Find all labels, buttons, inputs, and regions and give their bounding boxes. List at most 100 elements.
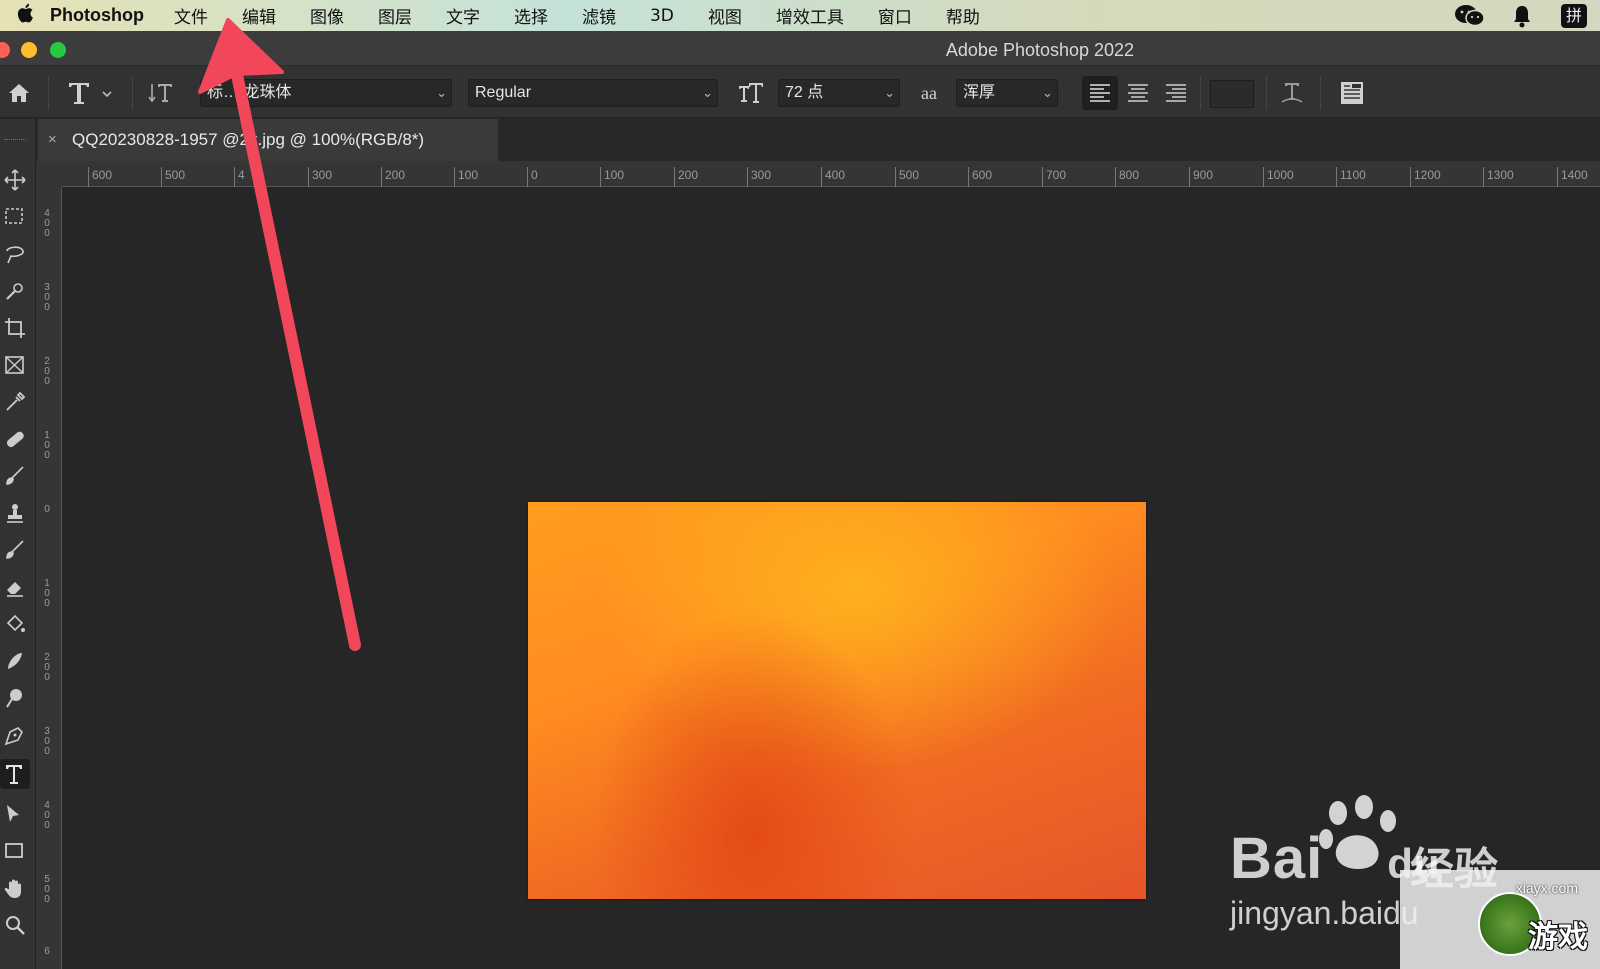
menu-window[interactable]: 窗口: [878, 3, 912, 28]
type-tool-preset-picker[interactable]: [64, 78, 120, 108]
brush-tool-icon[interactable]: [0, 461, 30, 491]
input-method-icon[interactable]: 拼: [1548, 3, 1600, 28]
character-paragraph-panel-icon[interactable]: [1334, 78, 1370, 108]
frame-tool-icon[interactable]: [0, 350, 30, 380]
ruler-tick-label: 600: [88, 167, 112, 187]
home-icon[interactable]: [2, 78, 36, 108]
vertical-ruler[interactable]: 400 300 200 100 0 100 200 300 400 500 6: [36, 187, 62, 969]
ruler-tick-label: 300: [308, 167, 332, 187]
ruler-tick-label: 200: [44, 356, 50, 387]
panel-grip[interactable]: [4, 139, 26, 142]
font-family-value: 标… 龙珠体: [207, 84, 292, 101]
font-family-select[interactable]: 标… 龙珠体 ⌄: [200, 79, 452, 107]
divider: [1320, 76, 1321, 110]
crop-tool-icon[interactable]: [0, 313, 30, 343]
chevron-down-icon: ⌄: [436, 85, 447, 100]
dodge-tool-icon[interactable]: [0, 683, 30, 713]
menu-image[interactable]: 图像: [310, 3, 344, 28]
align-right-button[interactable]: [1158, 76, 1194, 110]
ruler-tick-label: 200: [381, 167, 405, 187]
anti-alias-select[interactable]: 浑厚 ⌄: [956, 79, 1058, 107]
font-size-select[interactable]: 72 点 ⌄: [778, 79, 900, 107]
healing-brush-tool-icon[interactable]: [0, 424, 30, 454]
document-tab-title: QQ20230828-1957 @2x.jpg @ 100%(RGB/8*): [72, 130, 425, 149]
menu-layer[interactable]: 图层: [378, 3, 412, 28]
ruler-tick-label: 0: [44, 504, 50, 515]
document-tab[interactable]: × QQ20230828-1957 @2x.jpg @ 100%(RGB/8*): [38, 119, 498, 161]
chevron-down-icon: ⌄: [702, 85, 713, 100]
pen-tool-icon[interactable]: [0, 720, 30, 750]
align-center-button[interactable]: [1120, 76, 1156, 110]
menu-type[interactable]: 文字: [446, 3, 480, 28]
ruler-tick-label: 200: [674, 167, 698, 187]
horizontal-ruler[interactable]: 600 500 4 300 200 100 0 100 200 300 400 …: [62, 161, 1600, 187]
ruler-tick-label: 1200: [1410, 167, 1441, 187]
document-image[interactable]: [528, 502, 1146, 899]
divider: [1200, 76, 1201, 110]
window-title: Adobe Photoshop 2022: [945, 40, 1135, 60]
ruler-tick-label: 6: [44, 946, 50, 957]
font-size-icon: [734, 78, 768, 108]
lasso-tool-icon[interactable]: [0, 239, 30, 269]
ruler-tick-label: 100: [44, 430, 50, 461]
align-left-button[interactable]: [1082, 76, 1118, 110]
chevron-down-icon: ⌄: [884, 85, 895, 100]
ruler-tick-label: 1100: [1336, 167, 1366, 187]
ruler-tick-label: 900: [1189, 167, 1213, 187]
ruler-tick-label: 400: [44, 208, 50, 239]
input-method-label: 拼: [1561, 3, 1587, 28]
wechat-icon[interactable]: [1444, 3, 1496, 29]
anti-alias-icon: aa: [921, 82, 937, 103]
hand-tool-icon[interactable]: [0, 873, 30, 903]
ruler-origin[interactable]: [36, 161, 62, 187]
ruler-tick-label: 100: [44, 578, 50, 609]
eraser-tool-icon[interactable]: [0, 572, 30, 602]
blur-tool-icon[interactable]: [0, 646, 30, 676]
menu-filter[interactable]: 滤镜: [582, 3, 616, 28]
ruler-tick-label: 600: [968, 167, 992, 187]
eyedropper-tool-icon[interactable]: [0, 387, 30, 417]
menu-help[interactable]: 帮助: [946, 3, 980, 28]
marquee-tool-icon[interactable]: [0, 202, 30, 232]
ruler-tick-label: 4: [234, 167, 245, 187]
menu-select[interactable]: 选择: [514, 3, 548, 28]
ruler-tick-label: 100: [454, 167, 478, 187]
macos-menu-bar: Photoshop 文件 编辑 图像 图层 文字 选择 滤镜 3D 视图 增效工…: [0, 0, 1600, 31]
menu-view[interactable]: 视图: [708, 3, 742, 28]
history-brush-tool-icon[interactable]: [0, 535, 30, 565]
clone-stamp-tool-icon[interactable]: [0, 498, 30, 528]
text-color-swatch[interactable]: [1210, 80, 1254, 108]
zoom-tool-icon[interactable]: [0, 910, 30, 940]
close-tab-icon[interactable]: ×: [48, 119, 57, 161]
ruler-tick-label: 1000: [1263, 167, 1294, 187]
ruler-tick-label: 500: [44, 874, 50, 905]
menu-edit[interactable]: 编辑: [242, 3, 276, 28]
chevron-down-icon: ⌄: [1042, 85, 1053, 100]
ruler-tick-label: 200: [44, 652, 50, 683]
menu-plugins[interactable]: 增效工具: [776, 3, 844, 28]
ruler-tick-label: 1400: [1557, 167, 1588, 187]
ruler-tick-label: 100: [600, 167, 624, 187]
ruler-tick-label: 300: [44, 282, 50, 313]
ruler-tick-label: 400: [821, 167, 845, 187]
path-selection-tool-icon[interactable]: [0, 799, 30, 829]
ruler-tick-label: 300: [44, 726, 50, 757]
toggle-text-orientation-icon[interactable]: [144, 78, 180, 108]
paint-bucket-tool-icon[interactable]: [0, 609, 30, 639]
quick-selection-tool-icon[interactable]: [0, 276, 30, 306]
font-style-select[interactable]: Regular ⌄: [468, 79, 718, 107]
apple-logo-icon[interactable]: [0, 2, 50, 30]
menu-3d[interactable]: 3D: [650, 6, 674, 26]
notification-bell-icon[interactable]: [1496, 4, 1548, 28]
ruler-tick-label: 700: [1042, 167, 1066, 187]
rectangle-tool-icon[interactable]: [0, 836, 30, 866]
menu-file[interactable]: 文件: [174, 3, 208, 28]
tools-panel: [0, 119, 36, 969]
ruler-tick-label: 0: [527, 167, 538, 187]
move-tool-icon[interactable]: [0, 165, 30, 195]
ruler-tick-label: 500: [895, 167, 919, 187]
menu-app-name[interactable]: Photoshop: [50, 5, 144, 26]
warp-text-icon[interactable]: [1274, 78, 1310, 108]
type-tool-icon[interactable]: [0, 759, 30, 789]
anti-alias-value: 浑厚: [963, 84, 996, 101]
